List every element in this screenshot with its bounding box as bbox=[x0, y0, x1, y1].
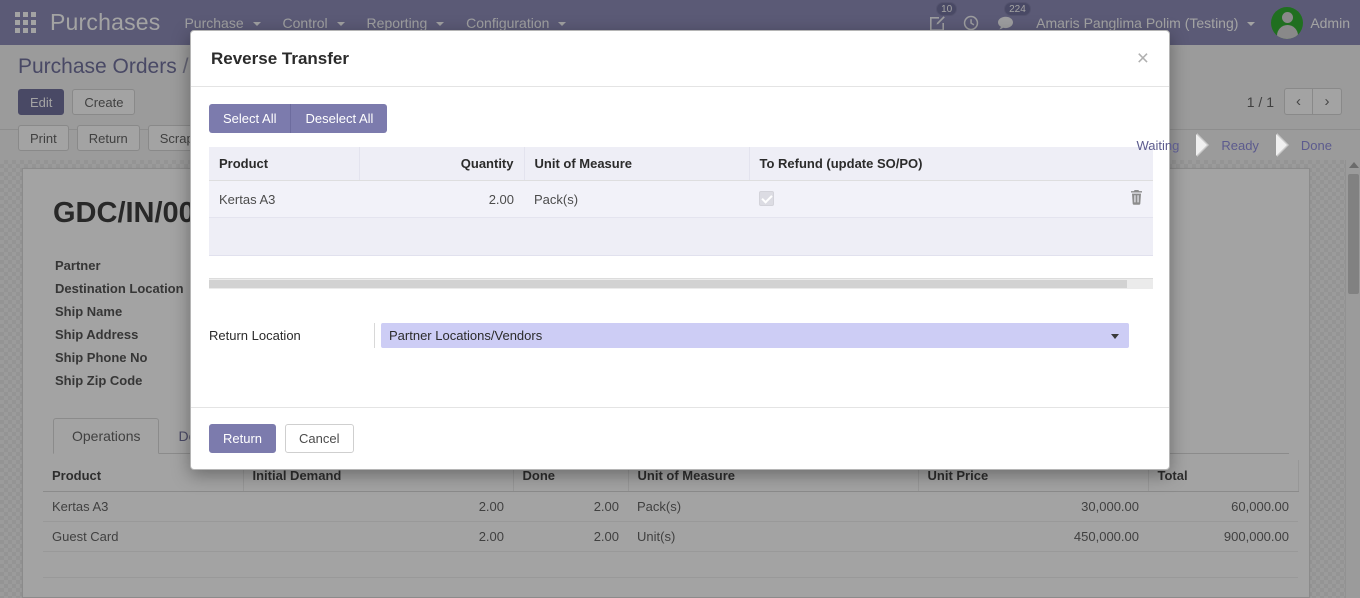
cell-quantity[interactable]: 2.00 bbox=[359, 180, 524, 218]
selection-button-group: Select All Deselect All bbox=[209, 104, 1151, 133]
reverse-transfer-table-head: Product Quantity Unit of Measure To Refu… bbox=[209, 147, 1153, 181]
return-location-row: Return Location Partner Locations/Vendor… bbox=[209, 323, 1151, 348]
table-horizontal-scrollbar[interactable] bbox=[209, 278, 1153, 289]
cell-empty bbox=[209, 217, 1153, 256]
select-all-button[interactable]: Select All bbox=[209, 104, 292, 133]
status-ready-label: Ready bbox=[1221, 138, 1259, 153]
cell-unit-of-measure[interactable]: Pack(s) bbox=[524, 180, 749, 218]
col-quantity: Quantity bbox=[359, 147, 525, 181]
reverse-transfer-table: Product Quantity Unit of Measure To Refu… bbox=[209, 147, 1153, 256]
reverse-transfer-table-body: Kertas A3 2.00 Pack(s) bbox=[209, 180, 1153, 256]
chevron-down-icon bbox=[1111, 334, 1119, 339]
close-icon[interactable]: × bbox=[1137, 48, 1149, 69]
reverse-transfer-dialog: Reverse Transfer × Select All Deselect A… bbox=[190, 30, 1170, 470]
table-row[interactable]: Kertas A3 2.00 Pack(s) bbox=[209, 180, 1153, 218]
modal-header: Reverse Transfer × bbox=[191, 31, 1169, 87]
table-row-empty[interactable] bbox=[209, 217, 1153, 256]
modal-body: Select All Deselect All Product Quantity… bbox=[191, 87, 1169, 407]
cell-product: Kertas A3 bbox=[209, 180, 359, 218]
return-location-label: Return Location bbox=[209, 328, 301, 343]
return-confirm-button[interactable]: Return bbox=[209, 424, 277, 453]
status-waiting-label: Waiting bbox=[1136, 138, 1180, 153]
cell-to-refund bbox=[749, 180, 1153, 218]
modal-title: Reverse Transfer bbox=[211, 48, 349, 68]
modal-footer: Return Cancel bbox=[191, 407, 1169, 469]
trash-icon[interactable] bbox=[1130, 190, 1143, 208]
return-location-select[interactable]: Partner Locations/Vendors bbox=[381, 323, 1129, 348]
return-location-field-wrapper: Partner Locations/Vendors bbox=[374, 323, 1129, 348]
col-to-refund: To Refund (update SO/PO) bbox=[749, 147, 1153, 181]
deselect-all-button[interactable]: Deselect All bbox=[291, 104, 388, 133]
horizontal-scrollbar-thumb[interactable] bbox=[209, 280, 1127, 288]
table-header-row: Product Quantity Unit of Measure To Refu… bbox=[209, 147, 1153, 181]
status-done-label: Done bbox=[1300, 138, 1332, 153]
col-product: Product bbox=[209, 147, 360, 181]
return-location-value: Partner Locations/Vendors bbox=[389, 328, 543, 343]
col-unit-of-measure: Unit of Measure bbox=[524, 147, 750, 181]
to-refund-checkbox[interactable] bbox=[759, 191, 774, 207]
cancel-button[interactable]: Cancel bbox=[285, 424, 354, 453]
